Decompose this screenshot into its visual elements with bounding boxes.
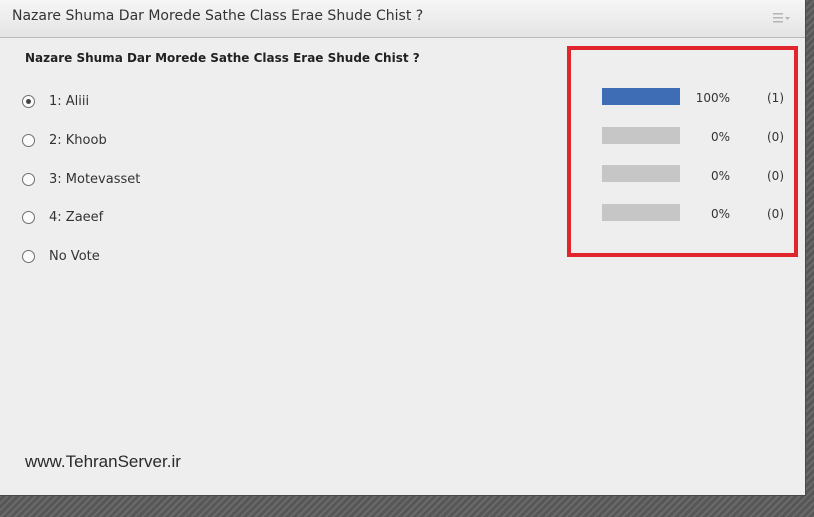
option-3-radio[interactable]	[22, 172, 35, 186]
option-2-label: 2: Khoob	[49, 132, 107, 148]
option-4-radio[interactable]	[22, 210, 35, 224]
result-1-count: (1)	[767, 91, 784, 105]
result-bar-2	[602, 127, 680, 144]
option-3-label: 3: Motevasset	[49, 171, 141, 187]
pod-title: Nazare Shuma Dar Morede Sathe Class Erae…	[12, 8, 424, 24]
option-1-label: 1: Aliii	[49, 93, 90, 109]
pod-title-bar: Nazare Shuma Dar Morede Sathe Class Erae…	[0, 0, 805, 38]
results-highlight-box	[567, 46, 798, 257]
result-bar-3	[602, 165, 680, 182]
result-2-count: (0)	[767, 130, 784, 144]
poll-option-2[interactable]: 2: Khoob	[22, 130, 107, 150]
poll-option-3[interactable]: 3: Motevasset	[22, 169, 140, 189]
result-3-percent: 0%	[710, 169, 730, 183]
poll-pod: Nazare Shuma Dar Morede Sathe Class Erae…	[0, 0, 806, 496]
option-1-radio[interactable]	[22, 94, 35, 108]
result-1-percent: 100%	[695, 91, 730, 105]
option-no-vote-label: No Vote	[49, 248, 100, 264]
option-4-label: 4: Zaeef	[49, 209, 104, 225]
result-bar-1-fill	[602, 88, 680, 105]
option-2-radio[interactable]	[22, 133, 35, 147]
result-4-count: (0)	[767, 207, 784, 221]
poll-option-no-vote[interactable]: No Vote	[22, 246, 100, 266]
result-bar-1	[602, 88, 680, 105]
result-4-percent: 0%	[710, 207, 730, 221]
option-no-vote-radio[interactable]	[22, 249, 35, 263]
result-bar-4	[602, 204, 680, 221]
result-3-count: (0)	[767, 169, 784, 183]
watermark-text: www.TehranServer.ir	[25, 452, 181, 471]
poll-option-1[interactable]: 1: Aliii	[22, 91, 89, 111]
poll-question: Nazare Shuma Dar Morede Sathe Class Erae…	[25, 51, 420, 65]
pod-menu-icon[interactable]	[773, 11, 791, 25]
result-2-percent: 0%	[710, 130, 730, 144]
poll-option-4[interactable]: 4: Zaeef	[22, 207, 103, 227]
